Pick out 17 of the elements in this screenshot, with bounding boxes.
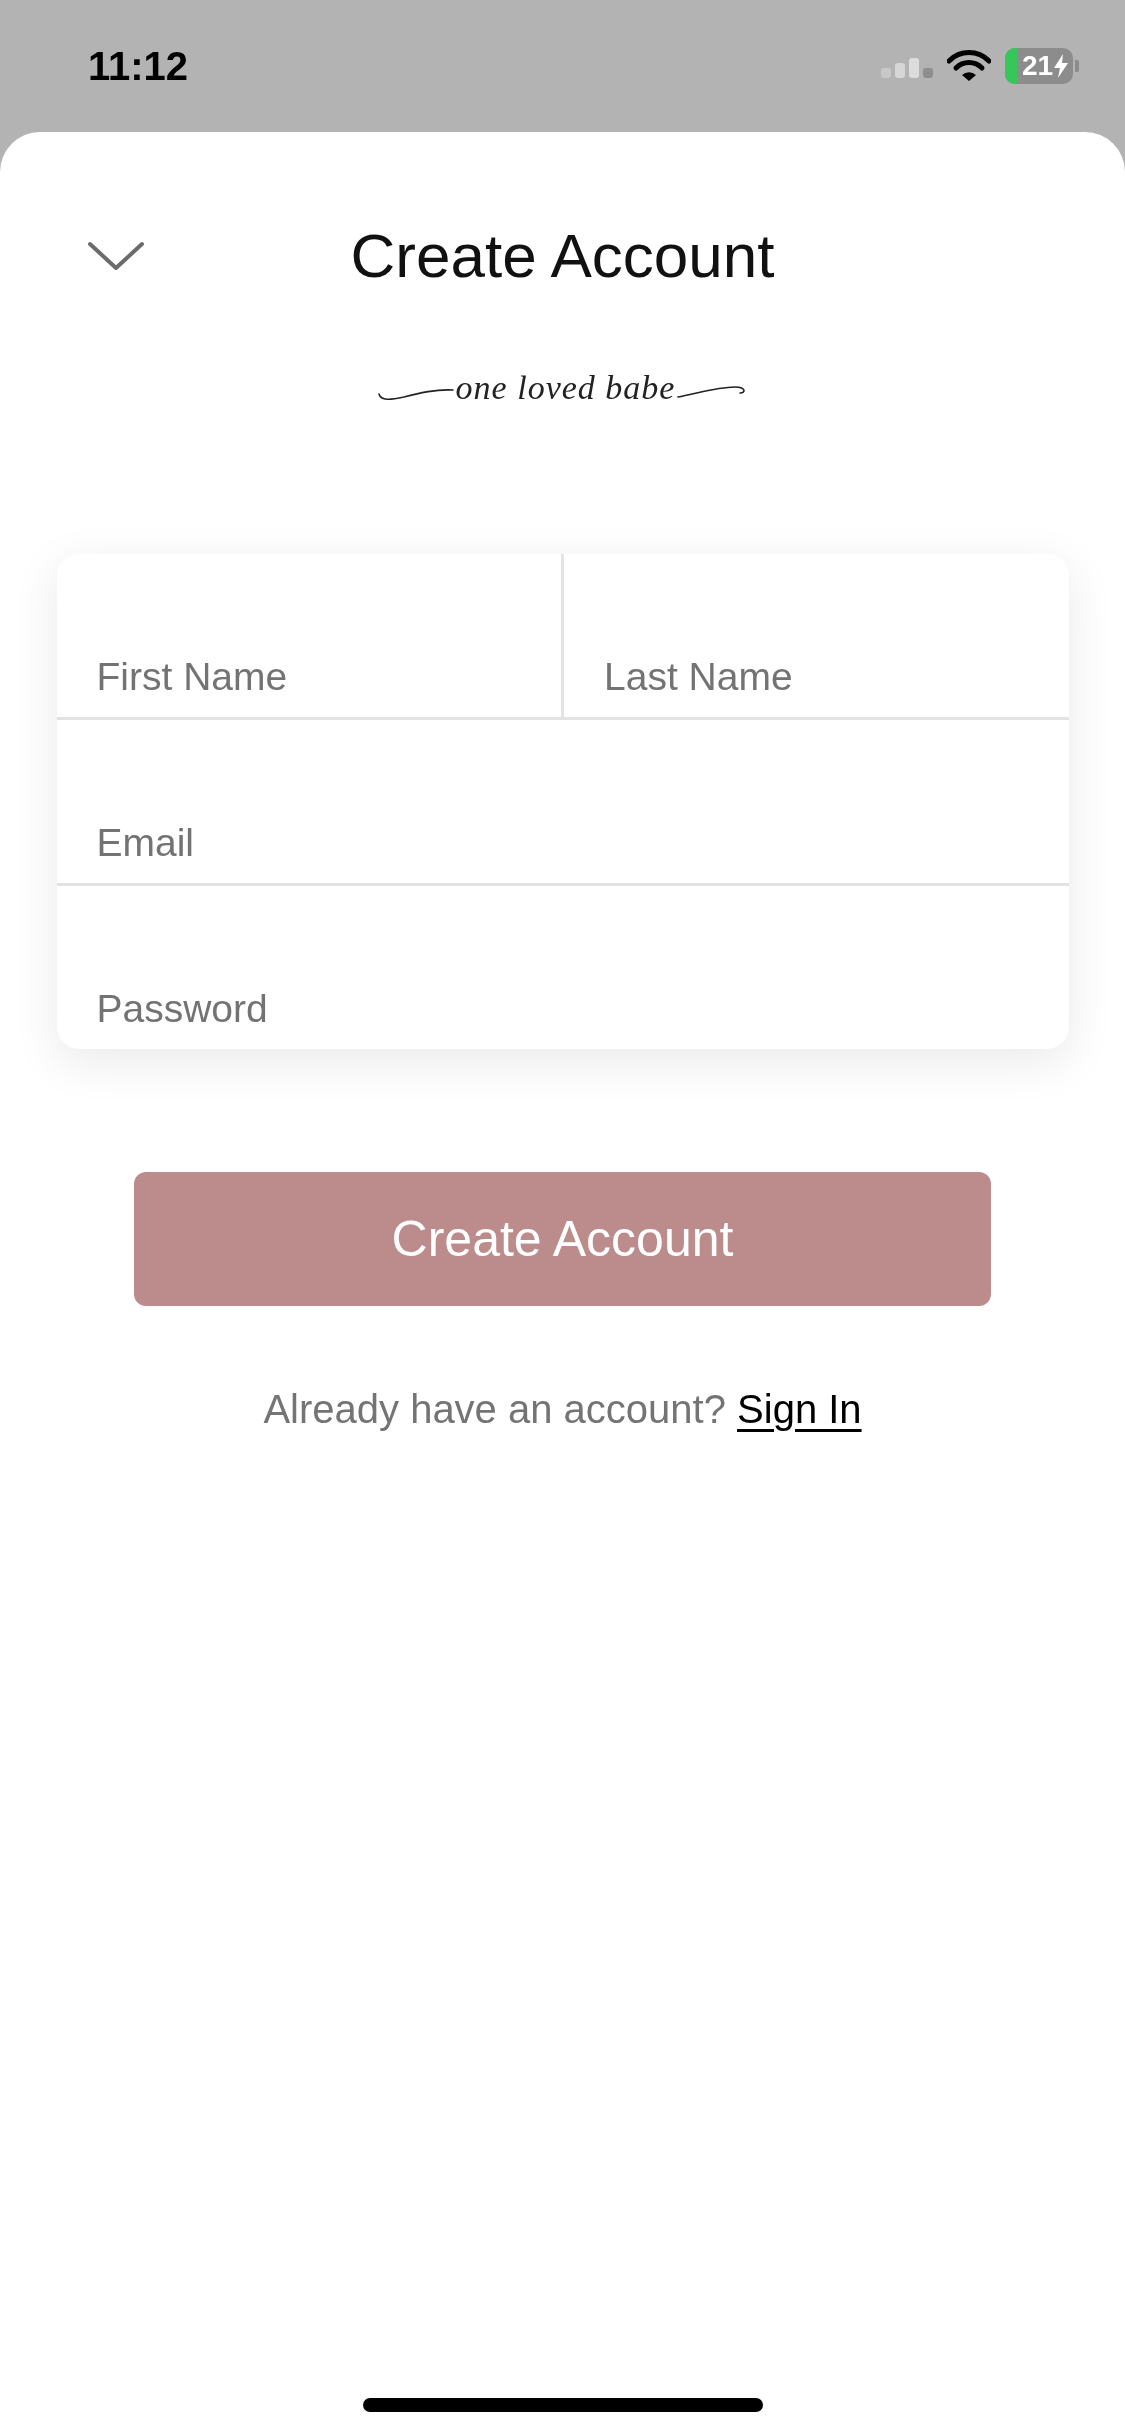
flourish-icon xyxy=(377,388,454,402)
input-field[interactable]: Password xyxy=(56,886,1069,1049)
chevron-down-icon xyxy=(88,241,144,271)
input-field[interactable]: Email xyxy=(56,720,1069,883)
sign-in-prompt: Already have an account? Sign In xyxy=(263,1386,862,1433)
flourish-icon xyxy=(677,386,748,398)
battery-charge-fill xyxy=(1005,48,1017,84)
status-time: 11:12 xyxy=(88,46,189,86)
input-field[interactable]: First Name xyxy=(56,554,564,717)
battery-percent: 21 xyxy=(1021,52,1054,80)
sign-in-link[interactable]: Sign In xyxy=(737,1387,862,1431)
charging-bolt-icon xyxy=(1054,54,1069,78)
page-title: Create Account xyxy=(350,220,775,292)
input-field[interactable]: Last Name xyxy=(564,554,1069,717)
wifi-icon xyxy=(947,50,991,82)
battery-cap-icon xyxy=(1075,60,1079,72)
logo-text: one loved babe xyxy=(455,368,676,408)
